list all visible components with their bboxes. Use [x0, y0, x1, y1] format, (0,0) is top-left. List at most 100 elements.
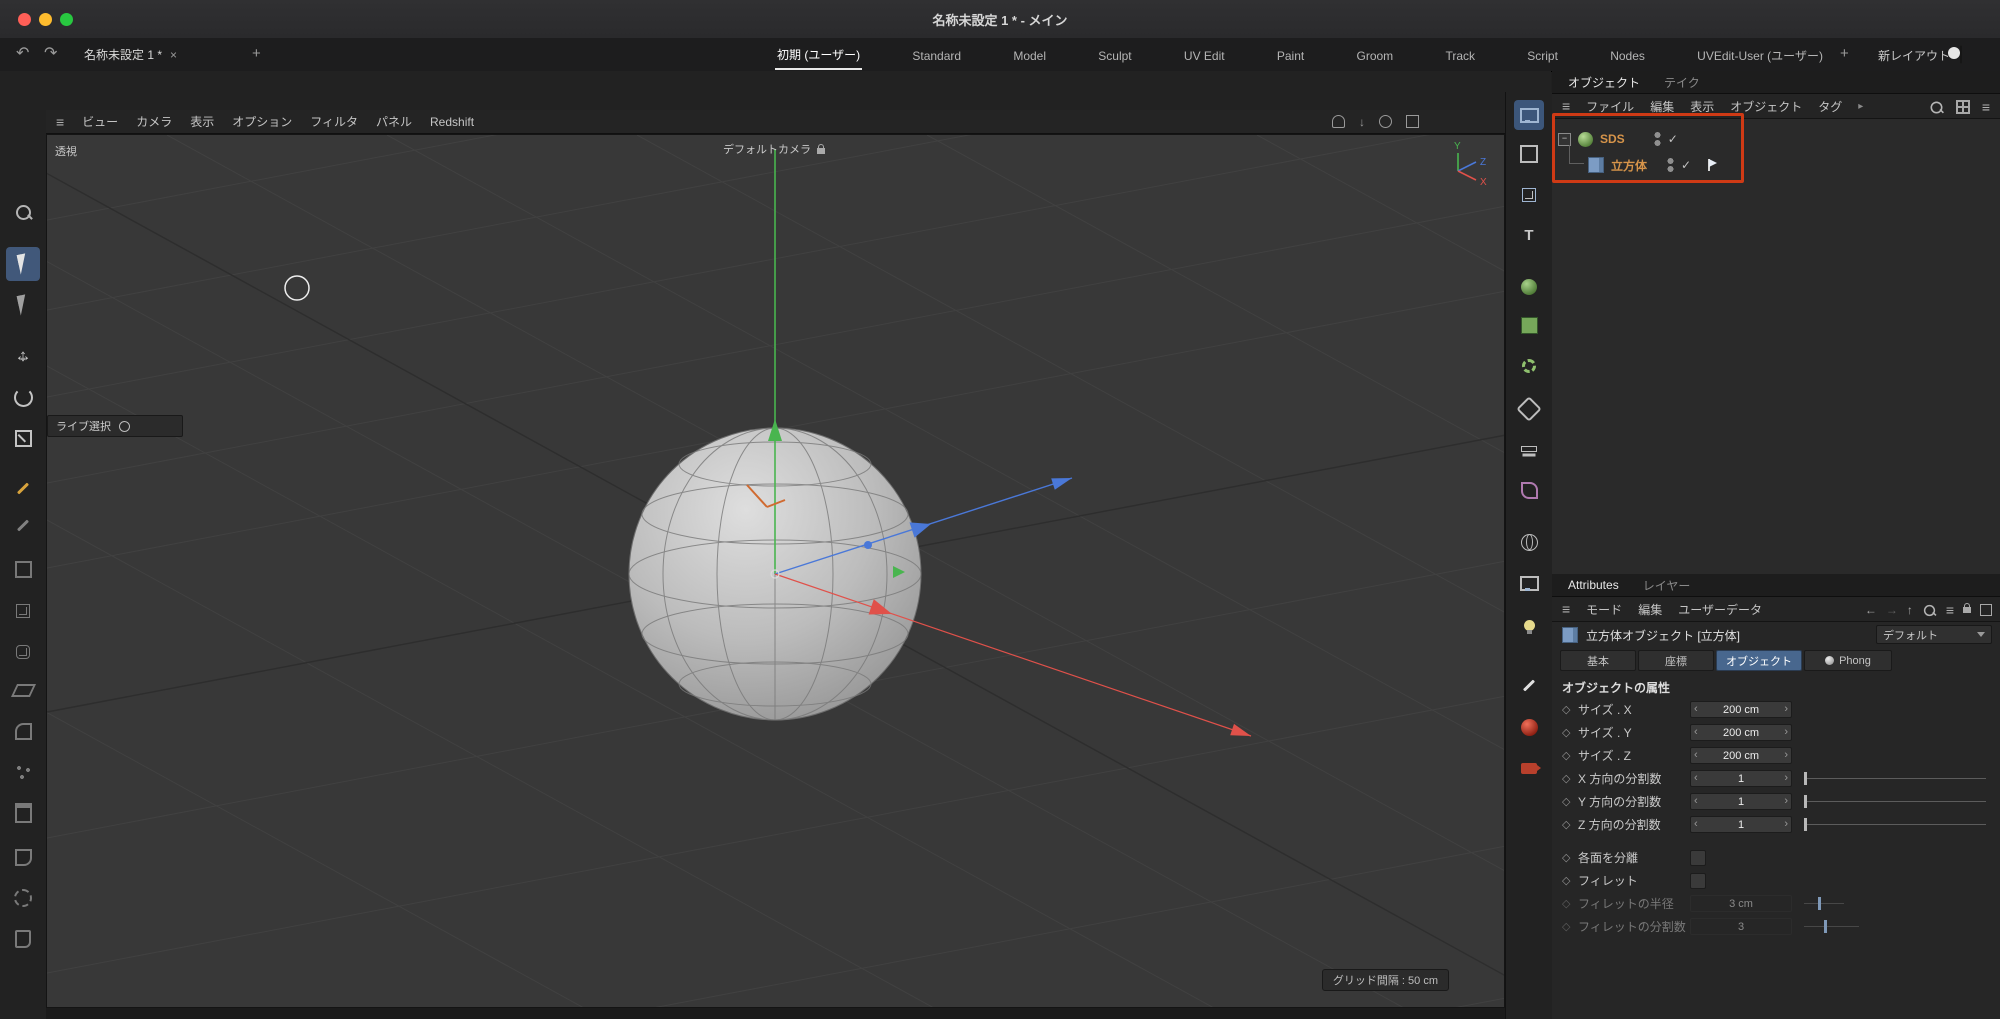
- cloner-layers-icon[interactable]: [1514, 434, 1544, 464]
- am-list-icon[interactable]: ≡: [1946, 602, 1954, 618]
- segments-x-field[interactable]: ‹ 1 ›: [1690, 770, 1792, 787]
- viewport[interactable]: 透視 デフォルトカメラ ライブ選択 グリッド間隔 : 50 cm Y Z X: [46, 134, 1505, 1008]
- history-icon[interactable]: [1379, 115, 1392, 128]
- om-menu-more-icon[interactable]: ▸: [1858, 101, 1863, 112]
- material-pen-icon[interactable]: [1514, 670, 1544, 700]
- array-tool-icon[interactable]: [6, 755, 40, 789]
- rotate-tool-icon[interactable]: [6, 380, 40, 414]
- sds-generator-icon[interactable]: [1514, 272, 1544, 302]
- zoom-window-button[interactable]: [60, 13, 73, 26]
- menu-redshift[interactable]: Redshift: [430, 115, 474, 129]
- size-z-field[interactable]: ‹ 200 cm ›: [1690, 747, 1792, 764]
- am-frame-icon[interactable]: [1980, 604, 1992, 616]
- menu-view[interactable]: ビュー: [82, 113, 118, 130]
- history-back-icon[interactable]: ←: [1865, 603, 1877, 617]
- om-filter-icon[interactable]: [1955, 100, 1970, 114]
- layout-tab-model[interactable]: Model: [1011, 42, 1048, 68]
- menu-display[interactable]: 表示: [190, 113, 214, 130]
- boole-tool-icon[interactable]: [6, 714, 40, 748]
- tab-attributes[interactable]: Attributes: [1568, 578, 1619, 592]
- close-window-button[interactable]: [18, 13, 31, 26]
- redshift-camera-icon[interactable]: [1514, 753, 1544, 783]
- sketch-tool-icon[interactable]: [6, 508, 40, 542]
- new-layout-label[interactable]: 新レイアウト: [1878, 47, 1950, 64]
- scale-tool-icon[interactable]: [6, 421, 40, 455]
- segments-x-slider[interactable]: [1804, 770, 1986, 787]
- spinner-right-icon[interactable]: ›: [1784, 727, 1788, 738]
- viewport-menu-icon[interactable]: ≡: [56, 114, 64, 130]
- key-diamond-icon[interactable]: ◇: [1562, 874, 1578, 887]
- plane-tool-icon[interactable]: [6, 673, 40, 707]
- am-menu-userdata[interactable]: ユーザーデータ: [1678, 601, 1762, 618]
- om-list-icon[interactable]: ≡: [1982, 99, 1990, 115]
- platonic-object-icon[interactable]: [1514, 394, 1544, 424]
- am-menu-edit[interactable]: 編集: [1638, 601, 1662, 618]
- key-diamond-icon[interactable]: ◇: [1562, 772, 1578, 785]
- redshift-material-icon[interactable]: [1514, 712, 1544, 742]
- layout-tab-sculpt[interactable]: Sculpt: [1096, 42, 1133, 68]
- tag-tool-icon[interactable]: [6, 922, 40, 956]
- sync-icon[interactable]: ↓: [1359, 116, 1365, 128]
- document-tab[interactable]: 名称未設定 1 * ×: [84, 46, 177, 63]
- tab-objects[interactable]: オブジェクト: [1568, 74, 1640, 91]
- extrude-tool-icon[interactable]: [6, 796, 40, 830]
- spinner-right-icon[interactable]: ›: [1784, 819, 1788, 830]
- am-menu-icon[interactable]: ≡: [1562, 601, 1570, 617]
- cube-primitive-icon[interactable]: [6, 594, 40, 628]
- size-y-field[interactable]: ‹ 200 cm ›: [1690, 724, 1792, 741]
- om-menu-icon[interactable]: ≡: [1562, 98, 1570, 114]
- plane-object-icon[interactable]: [1514, 139, 1544, 169]
- spinner-right-icon[interactable]: ›: [1784, 704, 1788, 715]
- tab-phong[interactable]: Phong: [1804, 650, 1892, 671]
- om-menu-edit[interactable]: 編集: [1650, 98, 1674, 115]
- parent-up-icon[interactable]: ↑: [1907, 603, 1913, 617]
- layout-toggle[interactable]: [1960, 45, 1962, 64]
- close-tab-icon[interactable]: ×: [170, 48, 177, 62]
- move-tool-icon[interactable]: ↔ ↕: [6, 339, 40, 373]
- add-layout-icon[interactable]: +: [1840, 45, 1849, 62]
- fillet-checkbox[interactable]: [1690, 873, 1706, 889]
- camera-object-icon[interactable]: [1514, 568, 1544, 598]
- camera-label[interactable]: デフォルトカメラ: [723, 141, 825, 157]
- layout-tab-uvedit[interactable]: UV Edit: [1182, 42, 1227, 68]
- deformer-tool-icon[interactable]: [6, 840, 40, 874]
- subdivision-generator-icon[interactable]: [6, 635, 40, 669]
- preset-dropdown[interactable]: デフォルト: [1876, 625, 1992, 644]
- redo-icon[interactable]: ↷: [44, 46, 57, 62]
- key-diamond-icon[interactable]: ◇: [1562, 851, 1578, 864]
- pen-tool-icon[interactable]: [6, 471, 40, 505]
- menu-panel[interactable]: パネル: [376, 113, 412, 130]
- viewport-canvas[interactable]: [47, 135, 1504, 1007]
- tab-coordinates[interactable]: 座標: [1638, 650, 1714, 671]
- tab-layers[interactable]: レイヤー: [1643, 577, 1691, 594]
- am-lock-icon[interactable]: [1963, 603, 1971, 613]
- layout-tab-groom[interactable]: Groom: [1354, 42, 1395, 68]
- segments-y-field[interactable]: ‹ 1 ›: [1690, 793, 1792, 810]
- spinner-right-icon[interactable]: ›: [1784, 750, 1788, 761]
- menu-filter[interactable]: フィルタ: [310, 113, 358, 130]
- maximize-view-icon[interactable]: [1406, 115, 1419, 128]
- add-document-icon[interactable]: +: [252, 45, 261, 62]
- layout-tab-standard[interactable]: Standard: [910, 42, 963, 68]
- am-search-icon[interactable]: [1923, 604, 1935, 616]
- om-search-icon[interactable]: [1930, 101, 1943, 113]
- segments-z-field[interactable]: ‹ 1 ›: [1690, 816, 1792, 833]
- history-forward-icon[interactable]: →: [1886, 603, 1898, 617]
- viewport-manager-icon[interactable]: [1514, 100, 1544, 130]
- magnify-tool-icon[interactable]: [6, 195, 40, 229]
- spinner-right-icon[interactable]: ›: [1784, 796, 1788, 807]
- field-tool-icon[interactable]: [6, 881, 40, 915]
- om-menu-object[interactable]: オブジェクト: [1730, 98, 1802, 115]
- om-menu-view[interactable]: 表示: [1690, 98, 1714, 115]
- layout-tab-track[interactable]: Track: [1443, 42, 1477, 68]
- spline-primitive-icon[interactable]: [6, 552, 40, 586]
- menu-options[interactable]: オプション: [232, 113, 292, 130]
- key-diamond-icon[interactable]: ◇: [1562, 749, 1578, 762]
- segments-z-slider[interactable]: [1804, 816, 1986, 833]
- key-diamond-icon[interactable]: ◇: [1562, 818, 1578, 831]
- minimize-window-button[interactable]: [39, 13, 52, 26]
- key-diamond-icon[interactable]: ◇: [1562, 795, 1578, 808]
- layout-tab-paint[interactable]: Paint: [1275, 42, 1306, 68]
- generator-gear-icon[interactable]: [1514, 351, 1544, 381]
- layout-tab-nodes[interactable]: Nodes: [1608, 42, 1647, 68]
